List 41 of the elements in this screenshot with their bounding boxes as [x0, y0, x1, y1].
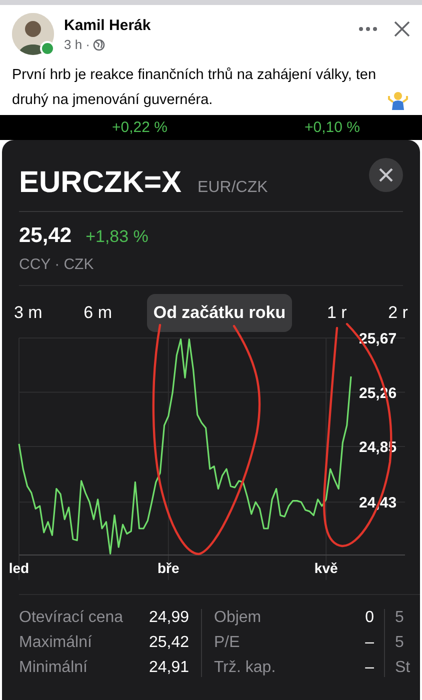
range-tab[interactable]: 2 r — [382, 294, 414, 332]
axis-label: 25,67 — [359, 330, 397, 348]
shrug-icon — [388, 90, 408, 110]
stat-label: Maximální — [19, 634, 92, 652]
stat-label: Otevírací cena — [19, 609, 124, 627]
currency-pair: EUR/CZK — [198, 178, 268, 196]
stat-value: – — [365, 659, 374, 677]
close-button[interactable] — [369, 158, 403, 192]
globe-icon — [93, 38, 106, 50]
change-percent: +0,10 % — [304, 119, 360, 136]
more-icon[interactable] — [358, 26, 378, 32]
range-tab[interactable]: 3 m — [8, 294, 48, 332]
stat-value: – — [365, 634, 374, 652]
stat-label: St — [395, 659, 410, 677]
close-icon — [379, 168, 393, 182]
author-name[interactable]: Kamil Herák — [64, 17, 348, 34]
axis-label: bře — [158, 560, 180, 576]
avatar[interactable] — [12, 13, 54, 55]
stat-value: 24,99 — [148, 609, 189, 627]
exchange-label: CCY · CZK — [19, 256, 403, 286]
range-tab[interactable]: 6 m — [78, 294, 118, 332]
post-time[interactable]: 3 h · — [64, 37, 90, 52]
stat-label: Objem — [214, 609, 262, 627]
stat-label: Minimální — [19, 659, 88, 677]
stat-value: 25,42 — [148, 634, 189, 652]
stat-label: 5 — [395, 634, 404, 652]
close-icon[interactable] — [394, 21, 410, 37]
axis-label: kvě — [314, 560, 338, 576]
range-tab[interactable]: Od začátku roku — [147, 294, 292, 332]
ticker-symbol: EURCZK=X — [19, 166, 182, 200]
stat-label: P/E — [214, 634, 240, 652]
price: 25,42 — [19, 224, 72, 248]
price-change: +1,83 % — [86, 227, 148, 247]
stat-label: 5 — [395, 609, 404, 627]
change-percent: +0,22 % — [112, 119, 168, 136]
range-tab[interactable]: 1 r — [320, 294, 353, 332]
stat-value: 24,91 — [148, 659, 189, 677]
post-text: První hrb je reakce finančních trhů na zahájení války, ten druhý na jmenování guvernéra. — [12, 66, 378, 110]
stat-value: 0 — [365, 609, 374, 627]
axis-label: led — [8, 560, 30, 576]
stat-label: Trž. kap. — [214, 659, 276, 677]
